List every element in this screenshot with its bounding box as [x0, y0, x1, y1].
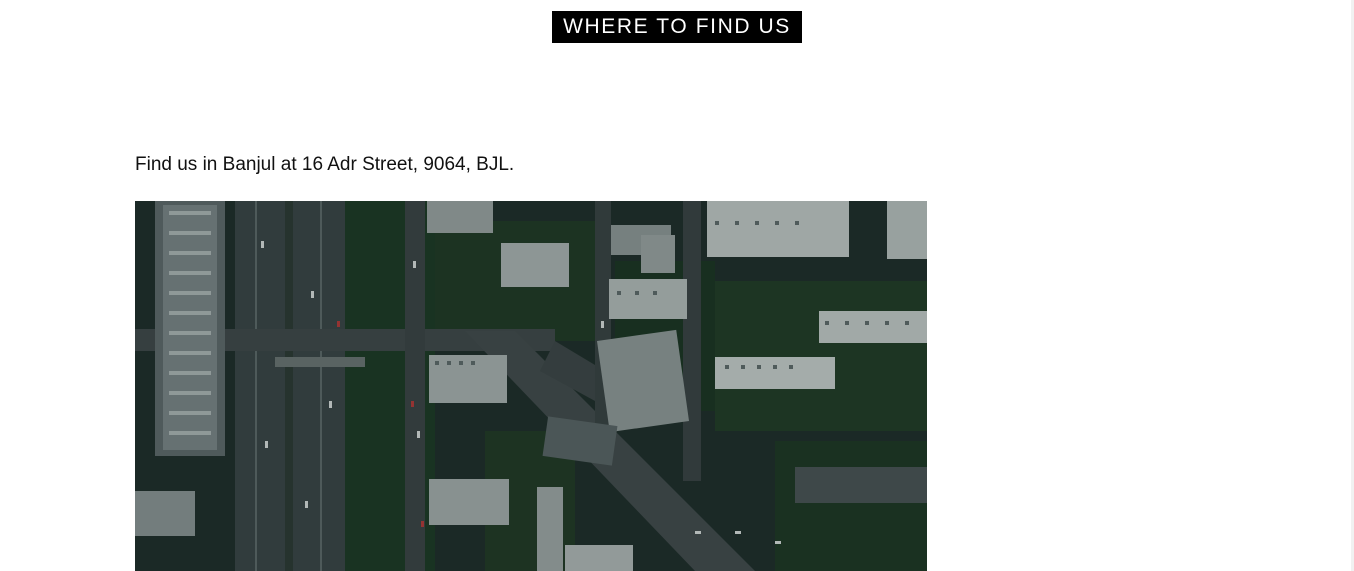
- page: WHERE TO FIND US Find us in Banjul at 16…: [0, 0, 1354, 571]
- section-heading: WHERE TO FIND US: [552, 11, 802, 43]
- aerial-city-image: [135, 201, 927, 571]
- aerial-city-illustration: [135, 201, 927, 571]
- address-text: Find us in Banjul at 16 Adr Street, 9064…: [135, 154, 515, 175]
- section-header: WHERE TO FIND US: [0, 11, 1354, 43]
